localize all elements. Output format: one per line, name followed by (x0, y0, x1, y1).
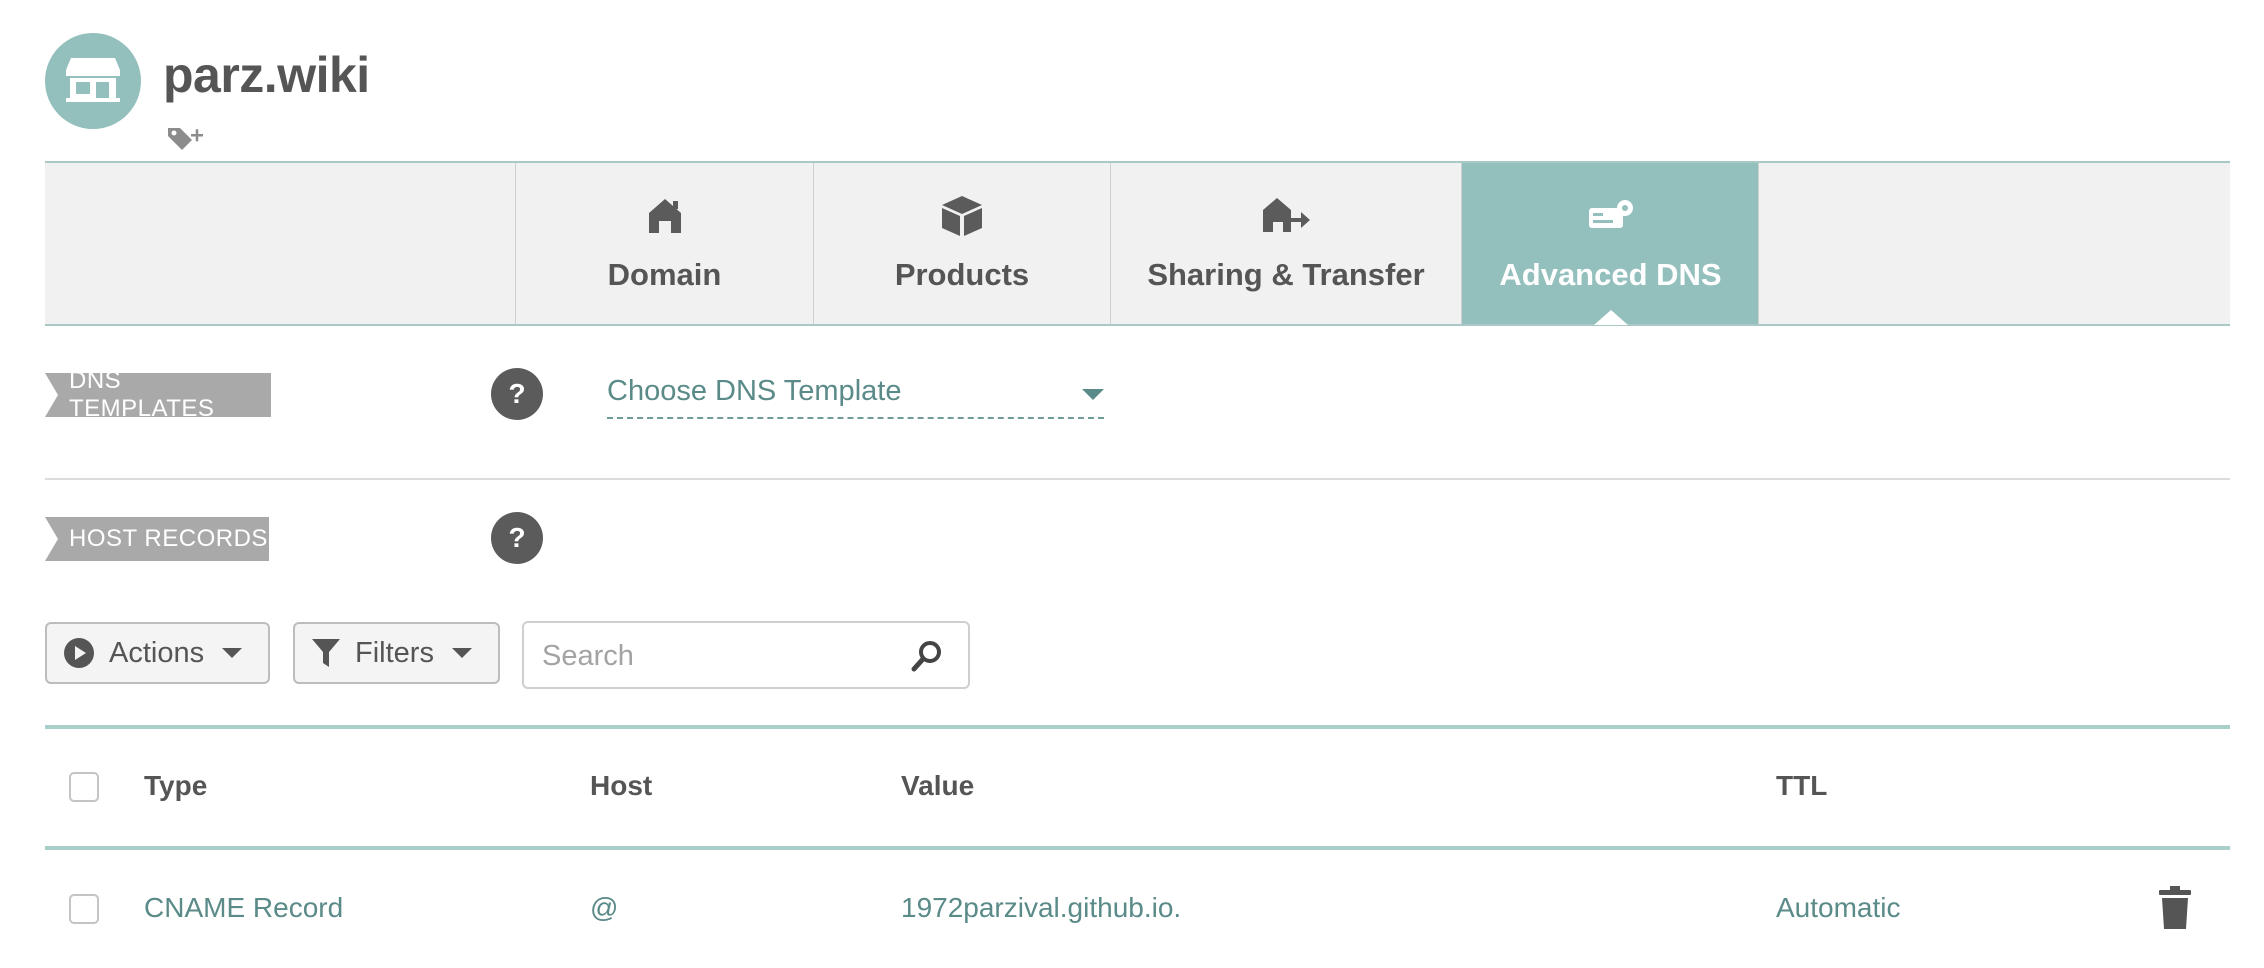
actions-button-label: Actions (109, 636, 205, 669)
host-records-label: HOST RECORDS (45, 517, 269, 561)
dns-template-select[interactable]: Choose DNS Template (607, 375, 1104, 419)
record-type[interactable]: CNAME Record (144, 892, 343, 924)
table-top-border (45, 725, 2230, 729)
section-label-text: HOST RECORDS (69, 525, 268, 552)
domain-tab-bar: Domain Products Sharing & Transfer Advan… (45, 161, 2230, 326)
filters-button-label: Filters (355, 636, 434, 669)
filter-icon (311, 637, 341, 669)
search-icon[interactable] (911, 640, 943, 677)
record-value[interactable]: 1972parzival.github.io. (901, 892, 1181, 924)
column-header-type[interactable]: Type (144, 770, 207, 802)
tab-sharing-transfer[interactable]: Sharing & Transfer (1110, 163, 1461, 324)
chevron-down-icon (1082, 389, 1104, 400)
section-divider (45, 478, 2230, 480)
box-icon (940, 193, 984, 239)
record-ttl[interactable]: Automatic (1776, 892, 1901, 924)
dns-template-select-value: Choose DNS Template (607, 375, 902, 407)
tab-divider (1758, 163, 1759, 324)
tab-advanced-dns[interactable]: Advanced DNS (1461, 163, 1759, 325)
column-header-ttl[interactable]: TTL (1776, 770, 1827, 802)
router-icon (1587, 193, 1635, 239)
page-title: parz.wiki (163, 47, 370, 103)
domain-avatar (45, 33, 141, 129)
tab-label: Products (894, 257, 1030, 292)
table-header-border (45, 846, 2230, 850)
tab-label: Advanced DNS (1499, 257, 1722, 292)
tag-add-icon[interactable] (166, 124, 204, 152)
host-records-help-icon[interactable]: ? (491, 512, 543, 564)
select-all-checkbox[interactable] (69, 772, 99, 802)
section-label-text: DNS TEMPLATES (69, 367, 215, 422)
column-header-value[interactable]: Value (901, 770, 974, 802)
tab-label: Sharing & Transfer (1147, 257, 1425, 292)
trash-icon[interactable] (2158, 886, 2192, 935)
actions-button[interactable]: Actions (45, 622, 270, 684)
play-circle-icon (63, 637, 95, 669)
dns-templates-help-icon[interactable]: ? (491, 368, 543, 420)
storefront-icon (65, 54, 121, 109)
tab-products[interactable]: Products (813, 163, 1110, 324)
house-transfer-icon (1261, 193, 1311, 239)
row-checkbox[interactable] (69, 894, 99, 924)
tab-label: Domain (607, 257, 722, 292)
search-input[interactable] (540, 637, 894, 675)
chevron-down-icon (222, 648, 243, 658)
filters-button[interactable]: Filters (293, 622, 500, 684)
record-host[interactable]: @ (590, 892, 618, 924)
chevron-down-icon (451, 648, 472, 658)
house-icon (647, 193, 683, 239)
tab-domain[interactable]: Domain (515, 163, 813, 324)
column-header-host[interactable]: Host (590, 770, 652, 802)
dns-templates-label: DNS TEMPLATES (45, 367, 271, 422)
search-box (522, 621, 970, 689)
